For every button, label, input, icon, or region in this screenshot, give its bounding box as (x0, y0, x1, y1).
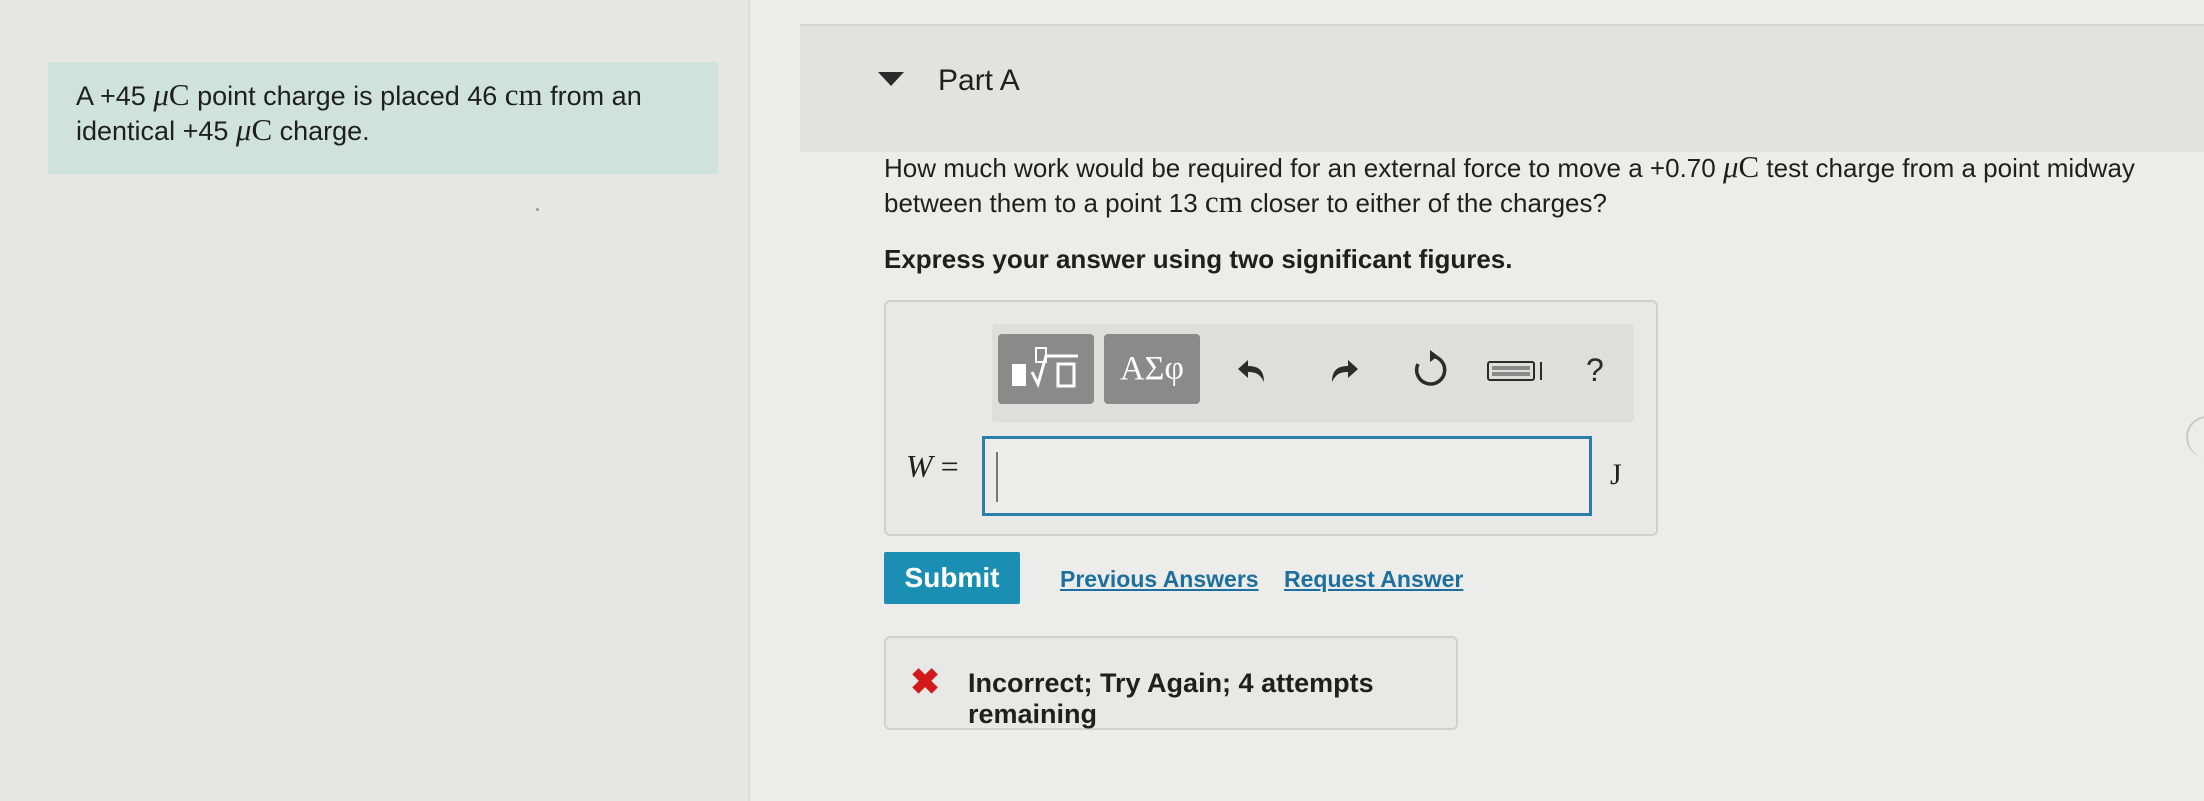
templates-icon (1012, 347, 1078, 389)
coulomb-unit: C (1738, 149, 1760, 184)
help-icon[interactable]: ? (1586, 350, 1604, 390)
question-text-3: closer to either of the charges? (1242, 188, 1607, 218)
math-toolbar: ΑΣφ ? (992, 324, 1634, 422)
mu-symbol: μ (1722, 149, 1739, 184)
answer-variable: W (906, 448, 933, 484)
greek-symbols-button[interactable]: ΑΣφ (1104, 334, 1200, 404)
reset-icon[interactable] (1410, 350, 1450, 398)
coulomb-unit: C (168, 77, 190, 112)
previous-answers-link[interactable]: Previous Answers (1060, 566, 1259, 593)
redo-icon[interactable] (1322, 350, 1362, 398)
templates-button[interactable] (998, 334, 1094, 404)
answer-variable-label: W = (906, 448, 959, 485)
equals-sign: = (932, 448, 959, 484)
edge-arc-decoration (2186, 416, 2204, 458)
instruction-text: Express your answer using two significan… (884, 244, 1513, 274)
mu-symbol: μ (153, 77, 169, 112)
undo-icon[interactable] (1234, 350, 1274, 398)
text-cursor (996, 452, 998, 502)
feedback-box: ✖ Incorrect; Try Again; 4 attempts remai… (884, 636, 1458, 730)
stray-dot (536, 208, 539, 211)
question-text-1: How much work would be required for an e… (884, 153, 1723, 183)
part-header[interactable]: Part A (800, 24, 2204, 152)
keyboard-icon[interactable] (1486, 350, 1546, 398)
problem-statement: A +45 μC point charge is placed 46 cm fr… (48, 62, 718, 174)
coulomb-unit: C (251, 112, 273, 147)
feedback-message: Incorrect; Try Again; 4 attempts remaini… (968, 668, 1374, 729)
part-title[interactable]: Part A (938, 64, 1020, 98)
request-answer-link[interactable]: Request Answer (1284, 566, 1463, 593)
problem-text-1: A +45 (76, 81, 154, 111)
mu-symbol: μ (235, 112, 252, 147)
problem-text-4: charge. (272, 116, 370, 146)
collapse-caret-icon[interactable] (878, 72, 904, 86)
left-panel: A +45 μC point charge is placed 46 cm fr… (0, 0, 748, 801)
question-text: How much work would be required for an e… (884, 150, 2174, 220)
problem-text-2: point charge is placed 46 (189, 81, 505, 111)
incorrect-icon: ✖ (910, 661, 941, 702)
answer-unit: J (1610, 458, 1622, 491)
answer-box: ΑΣφ ? W = J (884, 300, 1658, 536)
cm-unit: cm (504, 77, 543, 112)
submit-button[interactable]: Submit (884, 552, 1020, 604)
right-panel: Part A How much work would be required f… (750, 0, 2204, 801)
answer-input[interactable] (982, 436, 1592, 516)
cm-unit: cm (1204, 184, 1243, 219)
